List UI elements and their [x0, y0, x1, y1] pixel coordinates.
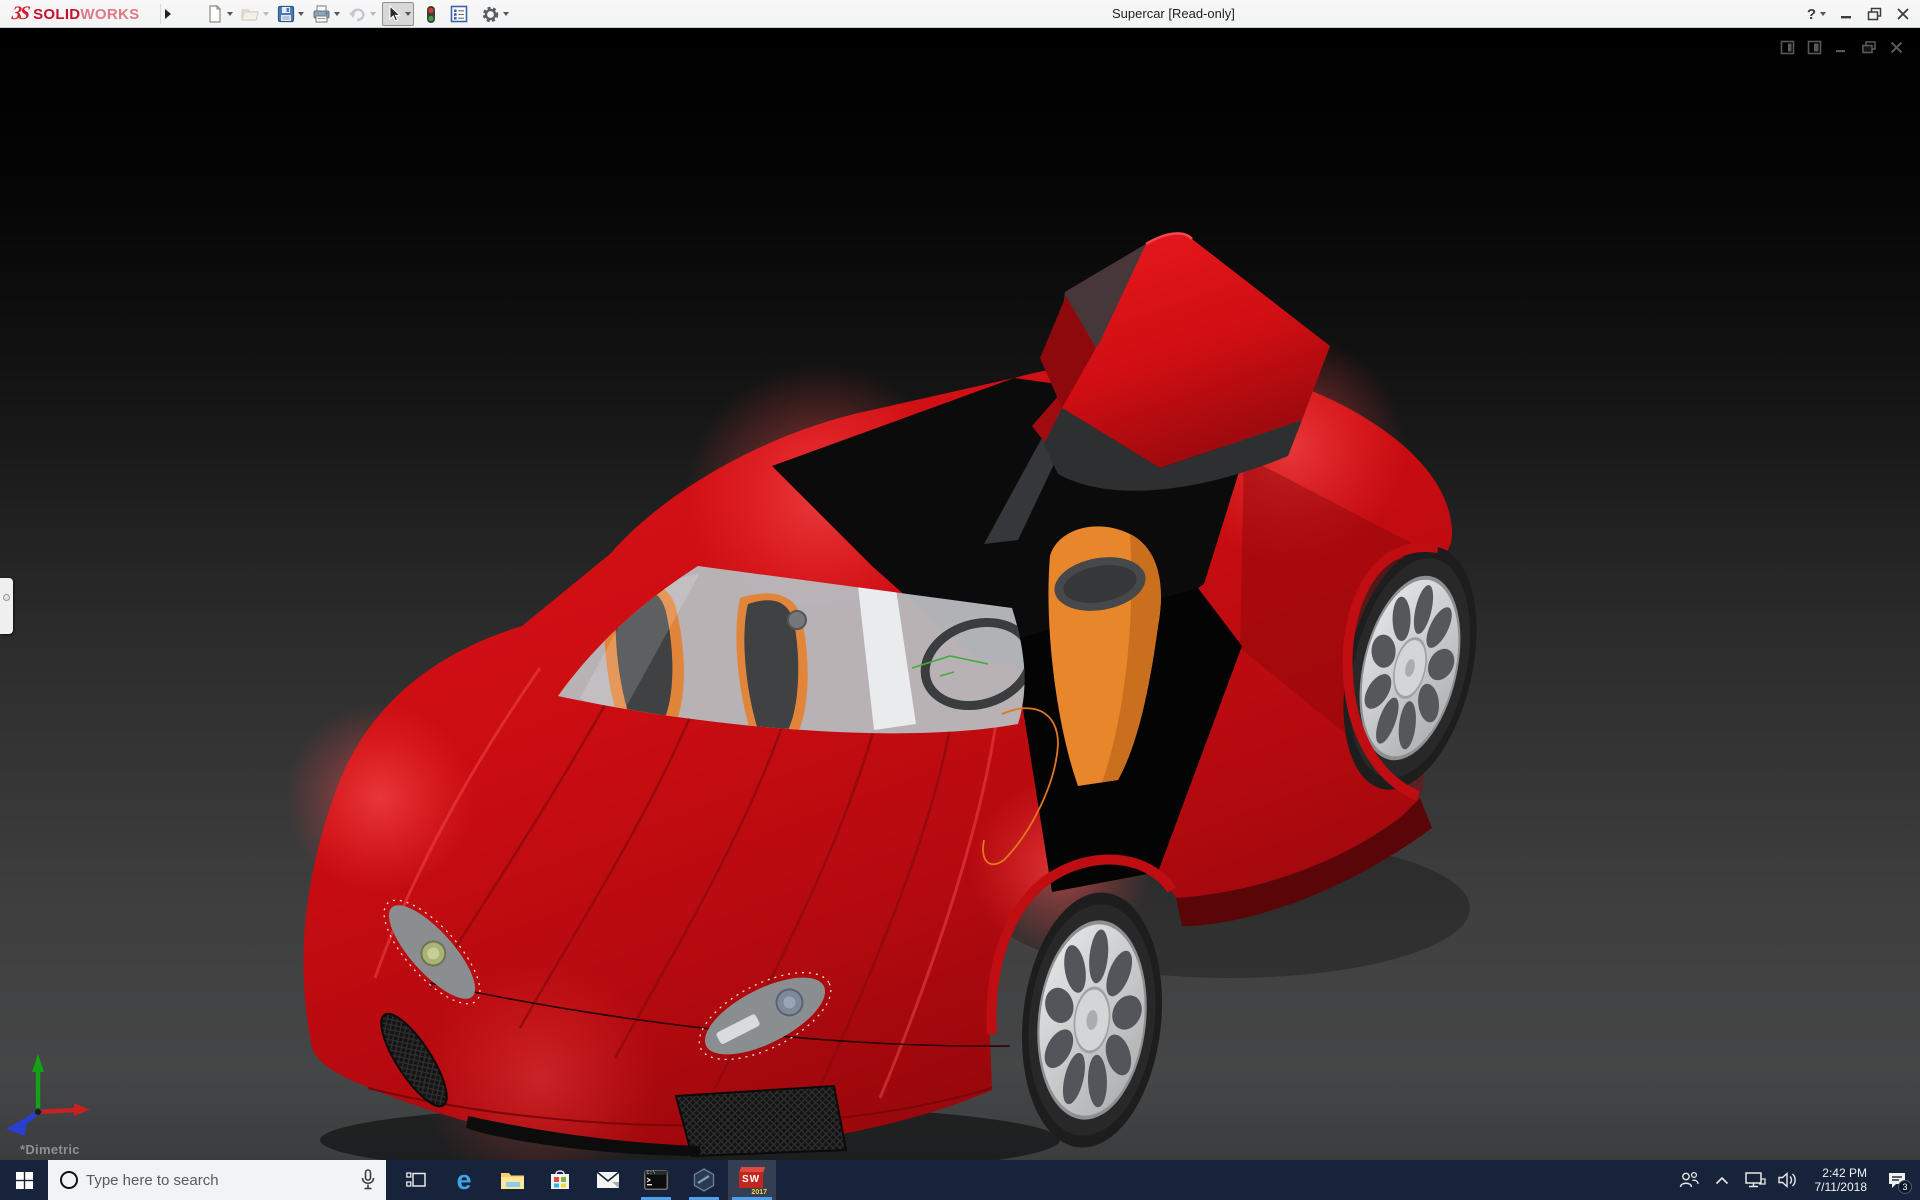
gullwing-door[interactable] [1040, 233, 1330, 490]
options-dropdown-arrow[interactable] [503, 12, 509, 16]
open-icon [241, 5, 260, 23]
clock-date: 7/11/2018 [1815, 1180, 1868, 1194]
titlebar: 3S SOLIDWORKS [0, 0, 1920, 28]
restore-icon [1867, 7, 1882, 21]
windows-taskbar: e [0, 1160, 1920, 1200]
reference-triad [6, 1054, 90, 1136]
new-document-icon [206, 5, 224, 23]
speaker-icon [1777, 1171, 1799, 1189]
taskbar-search[interactable] [48, 1160, 386, 1200]
options-button[interactable] [479, 2, 511, 26]
edge-icon: e [456, 1167, 471, 1194]
chevron-up-icon [1715, 1176, 1729, 1185]
select-cursor-icon [385, 5, 402, 23]
roll-hoop-hole [788, 611, 806, 629]
supercar-3d-model[interactable] [0, 28, 1920, 1160]
file-explorer-button[interactable] [488, 1160, 536, 1200]
mail-button[interactable] [584, 1160, 632, 1200]
ethernet-icon [1744, 1171, 1766, 1189]
sw-tile-face: SW [739, 1172, 763, 1188]
people-button[interactable] [1677, 1160, 1701, 1200]
fender-highlight [285, 703, 475, 893]
windows-logo-icon [16, 1172, 33, 1189]
solidworks-taskbar-button[interactable]: SW 2017 [728, 1160, 776, 1200]
cortana-icon[interactable] [60, 1171, 78, 1189]
minimize-icon [1840, 8, 1853, 21]
traffic-light-icon [426, 5, 436, 24]
store-icon [549, 1169, 571, 1191]
new-document-button[interactable] [204, 2, 235, 26]
doc-minimize-icon[interactable] [1834, 40, 1849, 55]
doc-restore-icon[interactable] [1861, 40, 1877, 55]
menu-flyout-button[interactable] [160, 4, 174, 24]
open-button[interactable] [239, 2, 271, 26]
close-icon [1896, 7, 1910, 21]
undo-icon [348, 6, 367, 23]
graphics-viewport[interactable]: *Dimetric [0, 28, 1920, 1160]
hexagon-app-icon [692, 1168, 716, 1192]
new-dropdown-arrow[interactable] [227, 12, 233, 16]
file-explorer-icon [500, 1170, 525, 1191]
help-button[interactable]: ? [1807, 6, 1826, 23]
save-dropdown-arrow[interactable] [298, 12, 304, 16]
close-button[interactable] [1896, 7, 1910, 21]
window-title: Supercar [Read-only] [1112, 0, 1235, 28]
select-tool-button[interactable] [382, 2, 414, 26]
command-prompt-icon: C:\ [644, 1170, 668, 1190]
notification-badge: 3 [1898, 1180, 1912, 1194]
minimize-button[interactable] [1840, 8, 1853, 21]
store-button[interactable] [536, 1160, 584, 1200]
command-prompt-button[interactable]: C:\ [632, 1160, 680, 1200]
open-dropdown-arrow[interactable] [263, 12, 269, 16]
triad-x-axis [74, 1103, 90, 1116]
edge-taskbar-button[interactable]: e [440, 1160, 488, 1200]
network-button[interactable] [1743, 1160, 1767, 1200]
sw-tile-year: 2017 [751, 1189, 767, 1196]
doc-close-icon[interactable] [1889, 40, 1904, 55]
print-dropdown-arrow[interactable] [334, 12, 340, 16]
action-center-button[interactable]: 3 [1882, 1160, 1912, 1200]
save-button[interactable] [275, 2, 306, 26]
print-button[interactable] [310, 2, 342, 26]
document-window-controls [1780, 40, 1904, 55]
file-properties-icon [450, 5, 468, 23]
svg-text:C:\: C:\ [647, 1170, 656, 1176]
gear-icon [481, 5, 500, 24]
task-view-button[interactable] [392, 1160, 440, 1200]
volume-button[interactable] [1776, 1160, 1800, 1200]
search-input[interactable] [86, 1160, 348, 1200]
undo-dropdown-arrow[interactable] [370, 12, 376, 16]
people-icon [1678, 1171, 1700, 1189]
task-view-icon [406, 1171, 426, 1189]
pane-toggle-left-icon[interactable] [1780, 40, 1795, 55]
quick-toolbar [204, 0, 515, 28]
undo-button[interactable] [346, 2, 378, 26]
triad-z-axis [6, 1117, 27, 1136]
rebuild-button[interactable] [424, 2, 438, 26]
triad-y-axis [32, 1054, 44, 1072]
save-icon [277, 5, 295, 23]
restore-button[interactable] [1867, 7, 1882, 21]
help-dropdown-arrow[interactable] [1820, 12, 1826, 16]
ds-logo-mark: 3S [10, 3, 29, 25]
select-dropdown-arrow[interactable] [405, 12, 411, 16]
solidworks-2017-icon: SW 2017 [739, 1167, 765, 1193]
start-button[interactable] [0, 1160, 48, 1200]
microphone-icon[interactable] [360, 1169, 376, 1191]
taskbar-clock[interactable]: 2:42 PM 7/11/2018 [1809, 1166, 1874, 1194]
print-icon [312, 5, 331, 23]
composer-button[interactable] [680, 1160, 728, 1200]
view-orientation-label: *Dimetric [20, 1142, 80, 1157]
center-grille[interactable] [676, 1086, 846, 1156]
clock-time: 2:42 PM [1815, 1166, 1868, 1180]
file-properties-button[interactable] [448, 2, 470, 26]
tray-overflow-button[interactable] [1710, 1160, 1734, 1200]
solidworks-logo: 3S SOLIDWORKS [12, 3, 139, 25]
mail-icon [596, 1171, 620, 1189]
flyout-arrow-icon [165, 9, 171, 19]
pane-toggle-right-icon[interactable] [1807, 40, 1822, 55]
